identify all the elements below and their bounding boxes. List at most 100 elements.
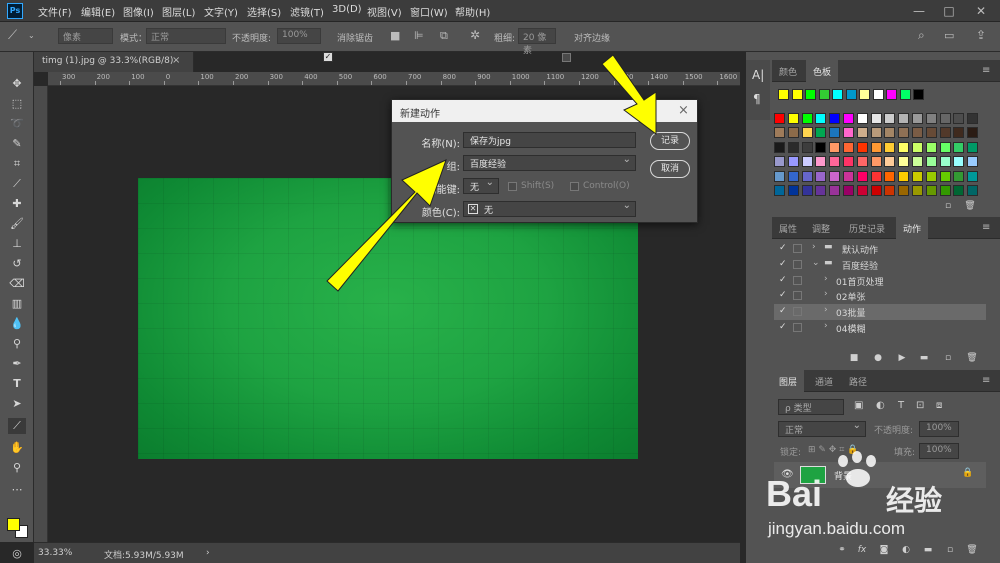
color-swatch[interactable] [925,113,937,124]
dialog-close-icon[interactable]: × [678,103,689,118]
color-swatch[interactable] [787,185,799,196]
more-tools-icon[interactable]: ⋯ [8,482,26,498]
name-input[interactable]: 保存为jpg [463,132,636,148]
menu-view[interactable]: 视图(V) [367,4,402,19]
color-swatch[interactable] [774,170,785,182]
menu-image[interactable]: 图像(I) [123,4,154,19]
close-window-button[interactable]: ✕ [970,2,992,20]
color-swatch[interactable] [925,156,937,168]
color-swatch[interactable] [801,156,813,168]
color-swatch[interactable] [925,141,937,153]
color-swatch[interactable] [815,141,827,153]
line-tool-icon[interactable]: ⟋ [8,418,26,434]
color-swatch[interactable] [953,113,965,124]
opacity-field[interactable]: 100% [277,28,321,44]
toggle-item-check-icon[interactable]: ✓ [779,243,787,253]
color-swatch[interactable] [953,127,965,139]
color-swatch[interactable] [953,170,965,182]
toggle-dialog-icon[interactable] [793,323,802,332]
color-swatch[interactable] [898,127,910,139]
cancel-button[interactable]: 取消 [650,160,690,178]
color-swatch[interactable] [801,113,813,124]
blend-mode-select[interactable]: 正常 [146,28,226,44]
color-swatch[interactable] [953,156,965,168]
blur-tool-icon[interactable]: 💧 [8,316,26,332]
panel-menu-icon[interactable]: ≡ [982,65,990,76]
color-swatch[interactable] [898,141,910,153]
path-arrangement-icon[interactable]: ⧉ [440,29,448,43]
toggle-item-check-icon[interactable]: ✓ [779,290,787,300]
toggle-dialog-icon[interactable] [793,307,802,317]
toggle-dialog-icon[interactable] [793,291,802,301]
color-swatch[interactable] [967,156,979,168]
tab-color[interactable]: 颜色 [772,60,804,82]
tab-adjustments[interactable]: 调整 [805,217,837,239]
function-key-select[interactable]: 无 [463,177,499,194]
menu-select[interactable]: 选择(S) [247,4,281,19]
color-swatch[interactable] [898,185,910,196]
layer-opacity-field[interactable]: 100% [919,421,959,437]
expand-chevron-icon[interactable]: › [824,305,828,315]
expand-chevron-icon[interactable]: › [824,289,828,299]
color-select[interactable]: 无 [463,200,636,217]
color-swatch[interactable] [778,89,789,100]
zoom-tool-icon[interactable]: ⚲ [8,460,26,476]
shape-mode-select[interactable]: 像素 [58,28,113,44]
history-brush-tool-icon[interactable]: ↺ [8,256,26,272]
pixel-filter-icon[interactable]: ▣ [854,400,863,411]
expand-chevron-icon[interactable]: › [824,274,828,284]
stop-icon[interactable]: ■ [848,352,860,364]
control-checkbox[interactable] [570,182,579,191]
path-selection-tool-icon[interactable]: ➤ [8,396,26,412]
marquee-tool-icon[interactable]: ⬚ [8,96,26,112]
color-swatch[interactable] [884,170,896,182]
delete-swatch-icon[interactable]: 🗑 [964,200,976,212]
gradient-tool-icon[interactable]: ▥ [8,296,26,312]
toggle-item-check-icon[interactable]: ✓ [779,322,787,332]
expand-chevron-icon[interactable]: › [812,242,816,252]
move-tool-icon[interactable]: ✥ [8,76,26,92]
color-swatch[interactable] [829,156,841,168]
color-swatch[interactable] [925,170,937,182]
share-icon[interactable]: ⇪ [976,28,986,42]
chevron-down-icon[interactable]: ⌄ [28,31,35,40]
color-swatch[interactable] [829,113,841,124]
color-swatch[interactable] [912,127,923,139]
color-swatch[interactable] [899,89,911,100]
color-swatch[interactable] [912,185,923,196]
align-edges-checkbox[interactable] [562,53,571,62]
menu-layer[interactable]: 图层(L) [162,4,195,19]
color-swatch[interactable] [787,156,799,168]
new-swatch-icon[interactable]: ▫ [942,200,954,212]
color-swatch[interactable] [884,141,896,153]
color-swatch[interactable] [843,127,854,139]
color-swatch[interactable] [859,89,870,100]
color-swatch[interactable] [829,127,841,139]
color-swatch[interactable] [856,141,868,153]
color-swatch[interactable] [925,127,937,139]
close-tab-icon[interactable]: × [172,55,180,66]
color-swatch[interactable] [953,141,965,153]
quick-mask-icon[interactable]: ◎ [8,546,26,562]
color-swatch[interactable] [787,170,799,182]
color-swatch[interactable] [843,170,854,182]
record-button[interactable]: 记录 [650,132,690,150]
action-row[interactable]: ✓ › 02单张 [774,288,986,304]
antialias-checkbox[interactable]: ✓ [323,52,333,62]
color-swatch[interactable] [912,156,923,168]
color-swatch[interactable] [856,156,868,168]
color-swatch[interactable] [886,89,897,100]
color-swatch[interactable] [939,141,951,153]
menu-file[interactable]: 文件(F) [38,4,72,19]
color-swatch[interactable] [774,113,785,124]
action-row[interactable]: ✓ › 04模糊 [774,320,986,336]
color-swatch[interactable] [856,113,868,124]
color-swatch[interactable] [939,127,951,139]
color-swatch[interactable] [884,127,896,139]
color-swatch[interactable] [774,141,785,153]
color-swatch[interactable] [801,170,813,182]
color-swatch[interactable] [829,185,841,196]
toggle-item-check-icon[interactable]: ✓ [779,275,787,285]
color-swatch[interactable] [791,89,803,100]
color-swatch[interactable] [801,127,813,139]
